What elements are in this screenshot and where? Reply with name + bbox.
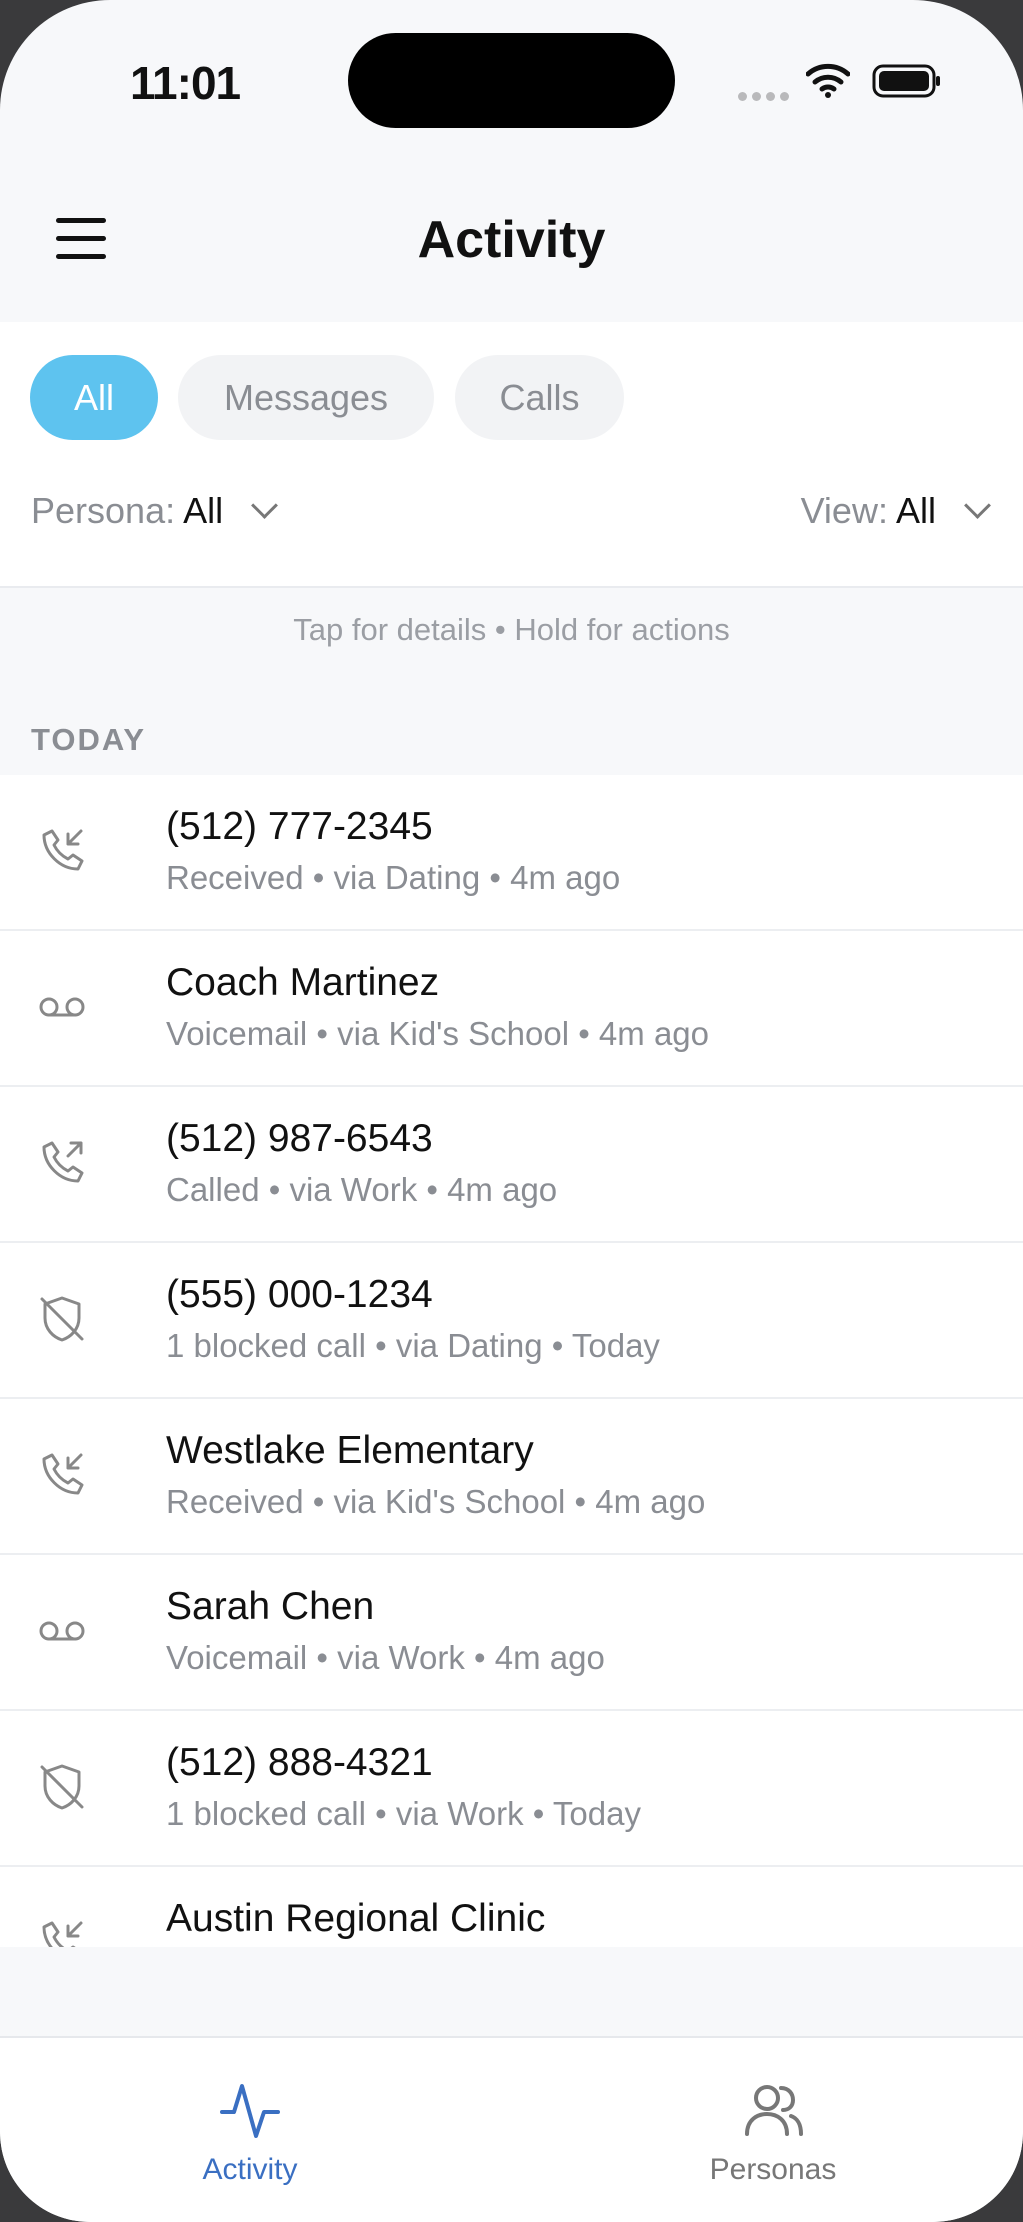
phone-screen: 11:01 Activity All Messages Calls Person… — [0, 0, 1023, 2222]
filter-chip-messages[interactable]: Messages — [178, 355, 434, 440]
item-meta: Voicemail • via Kid's School • 4m ago — [166, 1015, 710, 1052]
people-icon — [745, 2085, 803, 2136]
item-meta: Received • via Kid's School • 4m ago — [166, 1483, 706, 1520]
section-header-today: TODAY — [31, 722, 147, 757]
persona-filter-label: Persona: — [31, 490, 176, 531]
list-item[interactable]: Austin Regional Clinic — [0, 1867, 1023, 1947]
persona-filter-dropdown[interactable]: Persona: All — [31, 490, 279, 532]
battery-icon — [872, 64, 940, 98]
list-item[interactable]: Sarah Chen Voicemail • via Work • 4m ago — [0, 1555, 1023, 1711]
page-title: Activity — [417, 211, 606, 269]
list-item[interactable]: (512) 987-6543 Called • via Work • 4m ag… — [0, 1087, 1023, 1243]
hint-text: Tap for details • Hold for actions — [293, 612, 730, 647]
tab-bar: Activity Personas — [0, 2036, 1023, 2222]
persona-filter-value: All — [183, 490, 224, 531]
filter-panel: All Messages Calls Persona: All View: Al… — [0, 322, 1023, 588]
list-item[interactable]: (555) 000-1234 1 blocked call • via Dati… — [0, 1243, 1023, 1399]
item-name: (512) 777-2345 — [166, 805, 433, 848]
item-name: Coach Martinez — [166, 961, 440, 1004]
filter-chip-calls[interactable]: Calls — [455, 355, 624, 440]
tab-activity[interactable]: Activity — [150, 2078, 350, 2187]
item-name: Westlake Elementary — [166, 1429, 534, 1472]
blocked-shield-icon — [40, 1296, 84, 1342]
voicemail-icon — [39, 997, 85, 1017]
incoming-call-icon — [42, 1453, 84, 1495]
tab-activity-label: Activity — [202, 2153, 298, 2186]
tab-personas[interactable]: Personas — [673, 2078, 873, 2187]
filter-chip-all[interactable]: All — [30, 355, 158, 440]
list-item[interactable]: (512) 777-2345 Received • via Dating • 4… — [0, 775, 1023, 931]
list-item[interactable]: Westlake Elementary Received • via Kid's… — [0, 1399, 1023, 1555]
tab-personas-label: Personas — [709, 2153, 837, 2186]
blocked-shield-icon — [40, 1764, 84, 1810]
view-filter-label: View: — [800, 490, 888, 531]
dynamic-island — [348, 33, 675, 128]
item-meta: 1 blocked call • via Work • Today — [166, 1795, 641, 1832]
list-item[interactable]: Coach Martinez Voicemail • via Kid's Sch… — [0, 931, 1023, 1087]
view-filter-dropdown[interactable]: View: All — [800, 490, 991, 532]
item-name: (555) 000-1234 — [166, 1273, 433, 1316]
item-meta: Voicemail • via Work • 4m ago — [166, 1639, 605, 1676]
incoming-call-icon — [42, 829, 84, 871]
activity-list[interactable]: (512) 777-2345 Received • via Dating • 4… — [0, 775, 1023, 1947]
chevron-down-icon — [251, 492, 279, 519]
activity-pulse-icon — [220, 2084, 280, 2138]
view-filter-value: All — [895, 490, 936, 531]
wifi-icon — [806, 63, 850, 98]
incoming-call-icon — [42, 1921, 83, 1947]
item-name: Sarah Chen — [166, 1585, 375, 1628]
item-meta: 1 blocked call • via Dating • Today — [166, 1327, 660, 1364]
item-name: (512) 987-6543 — [166, 1117, 433, 1160]
item-meta: Called • via Work • 4m ago — [166, 1171, 558, 1208]
status-time: 11:01 — [130, 57, 241, 109]
outgoing-call-icon — [42, 1141, 84, 1183]
item-name: (512) 888-4321 — [166, 1741, 433, 1784]
voicemail-icon — [39, 1621, 85, 1641]
cellular-signal-icon — [738, 88, 794, 106]
item-meta: Received • via Dating • 4m ago — [166, 859, 621, 896]
list-item[interactable]: (512) 888-4321 1 blocked call • via Work… — [0, 1711, 1023, 1867]
chevron-down-icon — [964, 492, 991, 519]
item-name: Austin Regional Clinic — [166, 1897, 546, 1940]
